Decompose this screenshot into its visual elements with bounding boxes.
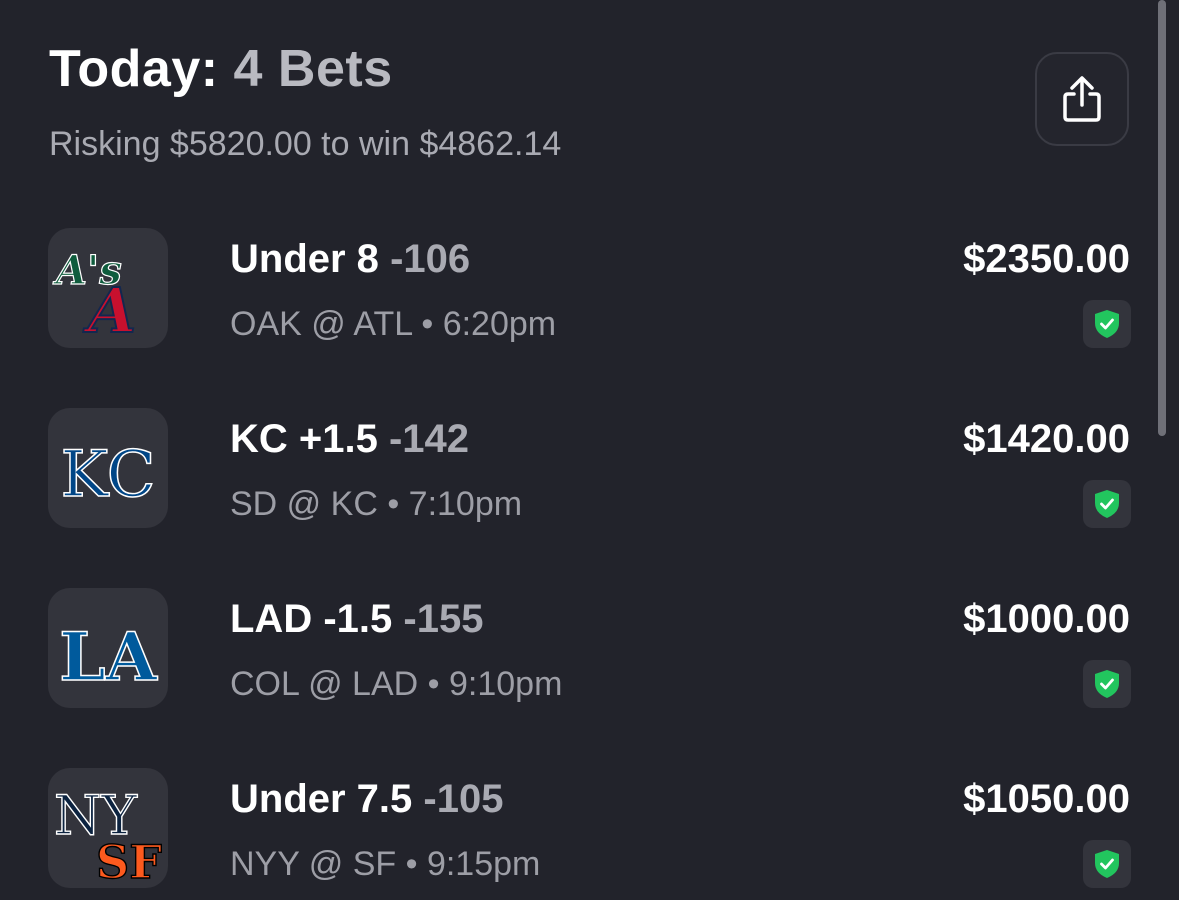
bet-row[interactable]: A's A Under 8 -106 OAK @ ATL • 6:20pm $2… bbox=[0, 228, 1179, 388]
bet-odds: -105 bbox=[423, 777, 504, 821]
title-prefix: Today: bbox=[49, 40, 219, 98]
share-button[interactable] bbox=[1035, 52, 1129, 146]
kc-logo-icon: KC bbox=[48, 408, 168, 528]
bet-row[interactable]: KC KC +1.5 -142 SD @ KC • 7:10pm $1420.0… bbox=[0, 408, 1179, 568]
bet-row[interactable]: NY SF Under 7.5 -105 NYY @ SF • 9:15pm $… bbox=[0, 768, 1179, 900]
bet-selection: Under 8 -106 bbox=[230, 237, 471, 281]
share-icon bbox=[1063, 76, 1101, 122]
bet-row[interactable]: LA LAD -1.5 -155 COL @ LAD • 9:10pm $100… bbox=[0, 588, 1179, 748]
bet-amount: $1000.00 bbox=[963, 597, 1130, 641]
bet-matchup: OAK @ ATL • 6:20pm bbox=[230, 305, 557, 343]
oak-atl-logo-icon: A's A bbox=[48, 228, 168, 348]
bet-matchup: NYY @ SF • 9:15pm bbox=[230, 845, 541, 883]
page-title: Today: 4 Bets bbox=[49, 38, 393, 100]
bet-odds: -106 bbox=[390, 237, 471, 281]
bet-selection: LAD -1.5 -155 bbox=[230, 597, 484, 641]
bet-selection: Under 7.5 -105 bbox=[230, 777, 504, 821]
bet-matchup: COL @ LAD • 9:10pm bbox=[230, 665, 563, 703]
svg-text:A: A bbox=[83, 274, 136, 347]
bet-odds: -142 bbox=[388, 417, 470, 461]
bet-amount: $2350.00 bbox=[963, 237, 1130, 281]
bet-matchup: SD @ KC • 7:10pm bbox=[230, 485, 523, 523]
verified-shield-icon bbox=[1083, 480, 1131, 528]
svg-text:SF: SF bbox=[96, 835, 162, 888]
bet-selection: KC +1.5 -142 bbox=[230, 417, 470, 461]
bet-amount: $1420.00 bbox=[963, 417, 1130, 461]
bet-amount: $1050.00 bbox=[963, 777, 1130, 821]
svg-text:KC: KC bbox=[60, 438, 155, 512]
bet-count: 4 Bets bbox=[233, 40, 393, 98]
risk-summary: Risking $5820.00 to win $4862.14 bbox=[49, 125, 562, 163]
verified-shield-icon bbox=[1083, 660, 1131, 708]
lad-logo-icon: LA bbox=[48, 588, 168, 708]
verified-shield-icon bbox=[1083, 840, 1131, 888]
bet-odds: -155 bbox=[403, 597, 484, 641]
svg-text:LA: LA bbox=[59, 618, 157, 696]
nyy-sf-logo-icon: NY SF bbox=[48, 768, 168, 888]
verified-shield-icon bbox=[1083, 300, 1131, 348]
